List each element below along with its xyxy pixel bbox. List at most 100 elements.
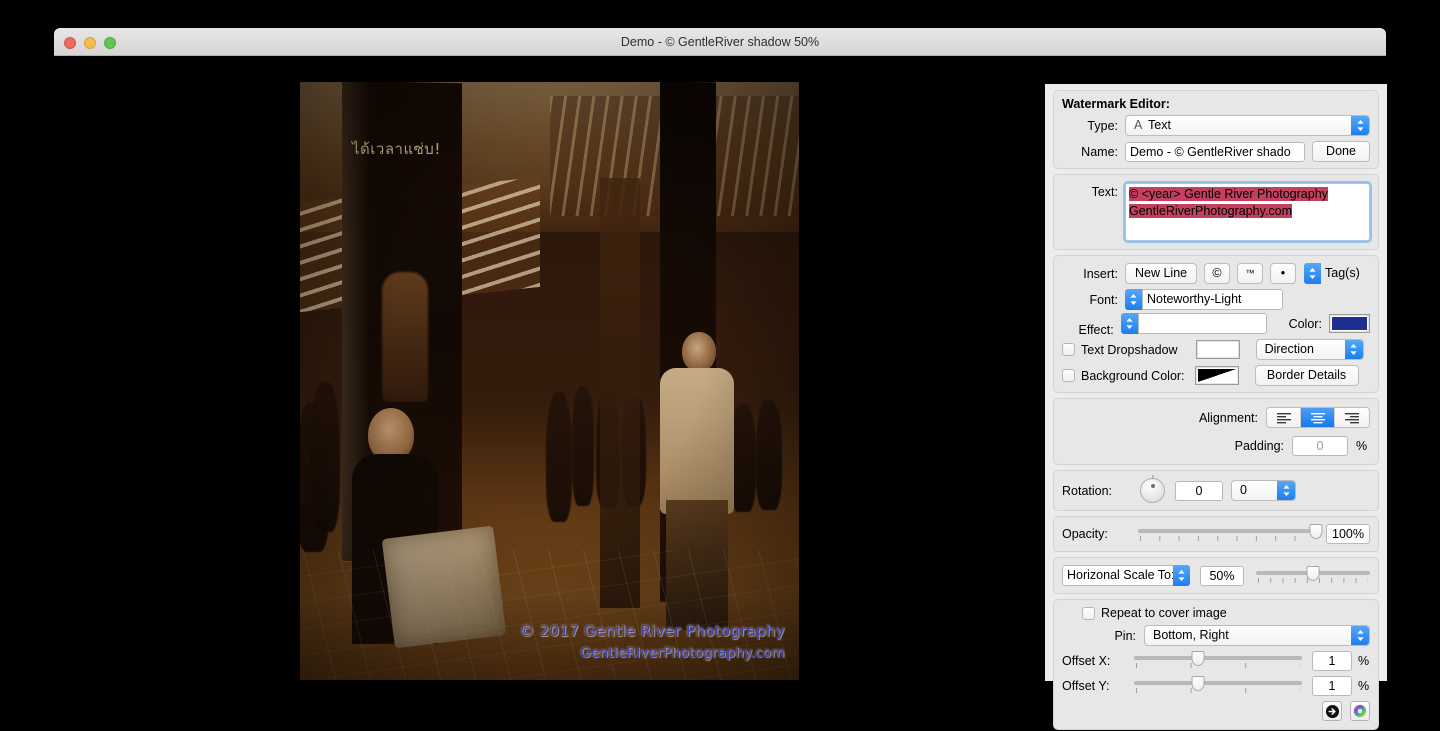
text-style-group: Insert: New Line © ™ • Tag(s) Font: Note…: [1053, 255, 1379, 393]
chevron-updown-icon[interactable]: [1277, 481, 1295, 500]
opacity-label: Opacity:: [1062, 527, 1108, 541]
effect-label: Effect:: [1078, 323, 1114, 336]
placement-group: Repeat to cover image Pin: Bottom, Right…: [1053, 599, 1379, 730]
opacity-slider-knob[interactable]: [1309, 524, 1323, 539]
effect-select[interactable]: [1120, 313, 1267, 334]
align-right-button[interactable]: [1335, 408, 1369, 427]
offset-x-input[interactable]: 1: [1312, 651, 1352, 671]
type-select-value: Text: [1148, 118, 1171, 132]
window-titlebar: Demo - © GentleRiver shadow 50%: [54, 28, 1386, 56]
insert-trademark-button[interactable]: ™: [1237, 263, 1263, 284]
alignment-label: Alignment:: [1198, 410, 1258, 425]
offset-x-slider-ticks: [1136, 663, 1300, 668]
window-title: Demo - © GentleRiver shadow 50%: [620, 35, 820, 49]
scale-mode-value: Horizonal Scale To:: [1062, 565, 1173, 586]
image-canvas: ได้เวลาแซ่บ! © 2017 Gentle River Photogr…: [54, 56, 1387, 730]
rotation-label: Rotation:: [1062, 483, 1113, 498]
scale-group: Horizonal Scale To: 50%: [1053, 557, 1379, 594]
photo-vignette: [300, 82, 799, 680]
text-line-1: © <year> Gentle River Photography: [1129, 187, 1328, 201]
rotation-dial[interactable]: [1140, 475, 1165, 503]
rotation-dial-indicator: [1150, 484, 1155, 488]
scale-mode-select[interactable]: Horizonal Scale To:: [1062, 565, 1190, 586]
insert-label: Insert:: [1083, 266, 1118, 281]
chevron-updown-icon[interactable]: [1173, 565, 1190, 586]
done-button[interactable]: Done: [1312, 141, 1370, 162]
font-label: Font:: [1089, 292, 1119, 307]
direction-value: Direction: [1264, 342, 1314, 356]
rotation-stepper[interactable]: 0: [1231, 480, 1296, 501]
insert-copyright-button[interactable]: ©: [1204, 263, 1230, 284]
insert-bullet-button[interactable]: •: [1270, 263, 1296, 284]
offset-x-slider[interactable]: [1134, 651, 1302, 670]
offset-x-slider-knob[interactable]: [1191, 651, 1205, 666]
name-input[interactable]: Demo - © GentleRiver shado: [1125, 141, 1305, 162]
chevron-updown-icon[interactable]: [1120, 313, 1138, 334]
dropshadow-direction-select[interactable]: Direction: [1255, 339, 1364, 360]
text-dropshadow-checkbox[interactable]: [1062, 343, 1075, 356]
border-details-button[interactable]: Border Details: [1254, 365, 1359, 386]
watermark-line-2: GentleRiverPhotography.com: [580, 645, 785, 662]
type-select[interactable]: A Text: [1125, 115, 1370, 136]
offset-x-label: Offset X:: [1062, 654, 1111, 668]
opacity-value-input[interactable]: 100%: [1326, 524, 1370, 544]
background-color-swatch: [1197, 369, 1236, 382]
photo-background: ได้เวลาแซ่บ!: [300, 82, 799, 680]
dropshadow-color-well[interactable]: [1195, 340, 1240, 359]
text-group: Text: © <year> Gentle River Photography …: [1053, 174, 1379, 250]
application-window: Demo - © GentleRiver shadow 50% © 2017 G…: [54, 28, 1387, 730]
watermark-text-input[interactable]: © <year> Gentle River Photography Gentle…: [1125, 183, 1370, 241]
text-label: Text:: [1091, 185, 1118, 199]
font-select[interactable]: Noteworthy-Light: [1125, 289, 1283, 310]
rotation-stepper-value: 0: [1240, 483, 1247, 497]
alignment-segmented-control[interactable]: [1266, 407, 1370, 428]
pin-select[interactable]: Bottom, Right: [1144, 625, 1370, 646]
apply-button[interactable]: [1322, 701, 1342, 721]
text-type-icon: A: [1134, 118, 1143, 132]
chevron-updown-icon[interactable]: [1304, 263, 1321, 284]
offset-x-unit: %: [1358, 654, 1370, 668]
scale-slider[interactable]: [1256, 565, 1370, 585]
align-center-button[interactable]: [1301, 408, 1335, 427]
color-wheel-button[interactable]: [1350, 701, 1370, 721]
text-line-2: GentleRiverPhotography.com: [1129, 204, 1293, 218]
opacity-group: Opacity: 100%: [1053, 516, 1379, 552]
watermark-editor-panel: Watermark Editor: Type: A Text Name: Dem…: [1044, 84, 1387, 730]
rotation-input[interactable]: 0: [1175, 480, 1223, 501]
rotation-group: Rotation: 0 0: [1053, 470, 1379, 511]
scale-slider-knob[interactable]: [1306, 565, 1320, 581]
insert-tags-select[interactable]: Tag(s): [1304, 263, 1360, 284]
padding-input[interactable]: 0: [1292, 436, 1348, 456]
effect-value: [1137, 313, 1267, 334]
alignment-group: Alignment: Padding: 0 %: [1053, 398, 1379, 465]
offset-y-slider[interactable]: [1134, 676, 1302, 695]
chevron-updown-icon[interactable]: [1351, 116, 1369, 135]
insert-new-line-button[interactable]: New Line: [1125, 263, 1197, 284]
repeat-label: Repeat to cover image: [1101, 606, 1227, 620]
background-color-label: Background Color:: [1081, 368, 1185, 383]
text-dropshadow-label: Text Dropshadow: [1081, 342, 1178, 357]
offset-y-label: Offset Y:: [1062, 679, 1110, 693]
offset-y-slider-knob[interactable]: [1191, 676, 1205, 691]
offset-y-slider-track: [1134, 681, 1302, 685]
chevron-updown-icon[interactable]: [1344, 340, 1363, 359]
align-left-button[interactable]: [1267, 408, 1301, 427]
background-color-well[interactable]: [1194, 366, 1239, 385]
identity-group: Watermark Editor: Type: A Text Name: Dem…: [1053, 90, 1379, 169]
insert-tags-label: Tag(s): [1325, 266, 1360, 280]
name-label: Name:: [1081, 144, 1118, 159]
font-value: Noteworthy-Light: [1142, 289, 1283, 310]
background-color-checkbox[interactable]: [1062, 369, 1075, 382]
offset-y-slider-ticks: [1136, 688, 1300, 693]
preview-image[interactable]: ได้เวลาแซ่บ! © 2017 Gentle River Photogr…: [300, 82, 799, 680]
scale-value-input[interactable]: 50%: [1200, 565, 1244, 586]
chevron-updown-icon[interactable]: [1351, 626, 1369, 645]
repeat-checkbox[interactable]: [1082, 606, 1095, 620]
offset-x-slider-track: [1134, 656, 1302, 660]
chevron-updown-icon[interactable]: [1125, 289, 1142, 310]
text-color-well[interactable]: [1328, 314, 1370, 333]
text-color-swatch: [1331, 317, 1367, 330]
padding-unit: %: [1356, 439, 1368, 453]
opacity-slider[interactable]: [1138, 524, 1323, 543]
offset-y-input[interactable]: 1: [1312, 676, 1352, 696]
